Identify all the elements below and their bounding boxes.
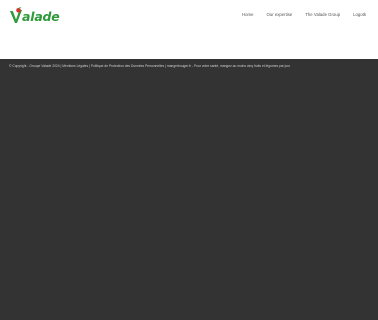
valade-logo[interactable]: alade [9,6,60,26]
footer-link-legal-notices[interactable]: Mentions Légales [62,64,88,68]
nav-item-logotk[interactable]: Logotk [353,12,366,17]
footer-link-privacy-policy[interactable]: Politique de Protection des Données Pers… [91,64,164,68]
site-header: alade Home Our expertise The Valade Grou… [0,0,378,59]
nav-item-our-expertise[interactable]: Our expertise [267,12,293,17]
logo-wordmark: alade [22,9,60,24]
footer-link-mangerbouger[interactable]: mangerbouger.fr [167,64,191,68]
footer-legal-line: © Copyright - Groupe Valade 2024 | Menti… [9,64,371,68]
valade-v-apple-icon [10,7,22,23]
footer-copyright: © Copyright - Groupe Valade 2024 [9,64,60,68]
nav-item-home[interactable]: Home [242,12,253,17]
nav-item-valade-group[interactable]: The Valade Group [305,12,340,17]
footer-health-message: - Pour votre santé, mangez au moins cinq… [191,64,291,68]
main-nav: Home Our expertise The Valade Group Logo… [242,12,366,17]
